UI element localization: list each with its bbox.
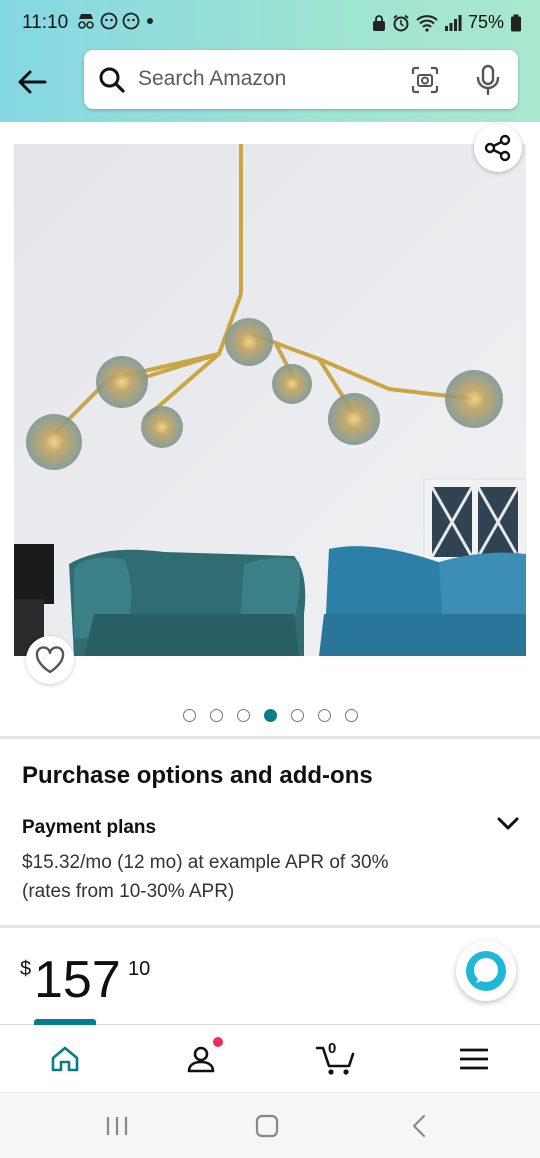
home-system-button[interactable] xyxy=(247,1111,287,1141)
camera-search-icon[interactable] xyxy=(410,65,440,95)
app-notification-icon xyxy=(122,12,140,30)
signal-icon xyxy=(444,14,462,31)
recent-apps-icon xyxy=(106,1117,128,1135)
image-carousel-indicator xyxy=(0,709,540,722)
carousel-dot[interactable] xyxy=(182,709,196,722)
menu-icon xyxy=(460,1048,488,1070)
home-square-icon xyxy=(255,1114,279,1138)
section-divider xyxy=(0,925,540,928)
price-whole: 157 xyxy=(34,951,121,1009)
chandelier-photo xyxy=(14,144,526,656)
active-tab-indicator xyxy=(34,1019,96,1025)
payment-plans-title[interactable]: Payment plans xyxy=(22,817,156,839)
bottom-navigation: 0 xyxy=(0,1019,540,1092)
search-icon xyxy=(99,67,125,93)
carousel-dot[interactable] xyxy=(344,709,358,722)
app-header: 11:10 75% xyxy=(0,0,540,122)
account-icon xyxy=(187,1046,215,1073)
status-notification-icons xyxy=(76,12,156,30)
carousel-dot[interactable] xyxy=(236,709,250,722)
alexa-icon xyxy=(466,951,506,991)
status-right: 75% xyxy=(372,12,522,33)
nav-menu[interactable] xyxy=(444,1039,504,1079)
share-icon xyxy=(484,134,511,162)
system-navigation-bar xyxy=(0,1092,540,1158)
product-image[interactable] xyxy=(14,144,526,656)
wifi-icon xyxy=(416,14,438,32)
microphone-icon[interactable] xyxy=(475,64,501,96)
nav-home[interactable] xyxy=(35,1039,95,1079)
back-button[interactable] xyxy=(14,64,50,100)
payment-plans-expand-button[interactable] xyxy=(496,814,520,837)
carousel-dot[interactable] xyxy=(290,709,304,722)
wishlist-button[interactable] xyxy=(26,636,74,684)
notification-badge xyxy=(213,1037,223,1047)
price-currency-symbol: $ xyxy=(20,958,32,980)
app-notification-icon xyxy=(100,12,118,30)
search-bar[interactable] xyxy=(84,50,518,109)
lock-icon xyxy=(372,14,385,31)
chevron-left-icon xyxy=(412,1114,426,1138)
alarm-icon xyxy=(393,14,409,31)
section-divider xyxy=(0,736,540,739)
price-fraction: 10 xyxy=(128,958,151,980)
more-notifications-dot-icon xyxy=(147,18,153,24)
nav-account[interactable] xyxy=(171,1037,231,1079)
share-button[interactable] xyxy=(474,124,522,172)
back-arrow-icon xyxy=(18,70,47,94)
status-time: 11:10 xyxy=(22,12,69,33)
chevron-down-icon xyxy=(497,817,519,830)
battery-percent: 75% xyxy=(467,12,504,32)
carousel-dot-active[interactable] xyxy=(263,709,277,722)
alexa-button[interactable] xyxy=(456,941,516,1001)
cart-count: 0 xyxy=(328,1040,337,1057)
payment-plans-description: $15.32/mo (12 mo) at example APR of 30% … xyxy=(22,852,389,902)
nav-cart[interactable]: 0 xyxy=(306,1039,366,1079)
search-input[interactable] xyxy=(138,64,378,94)
recent-apps-button[interactable] xyxy=(97,1111,137,1141)
purchase-options-title: Purchase options and add-ons xyxy=(22,762,373,789)
carousel-dot[interactable] xyxy=(209,709,223,722)
heart-icon xyxy=(35,646,65,674)
incognito-icon xyxy=(78,14,94,29)
home-icon xyxy=(51,1046,79,1072)
battery-icon xyxy=(511,14,521,31)
status-bar: 11:10 75% xyxy=(0,0,540,46)
back-system-button[interactable] xyxy=(399,1111,439,1141)
carousel-dot[interactable] xyxy=(317,709,331,722)
